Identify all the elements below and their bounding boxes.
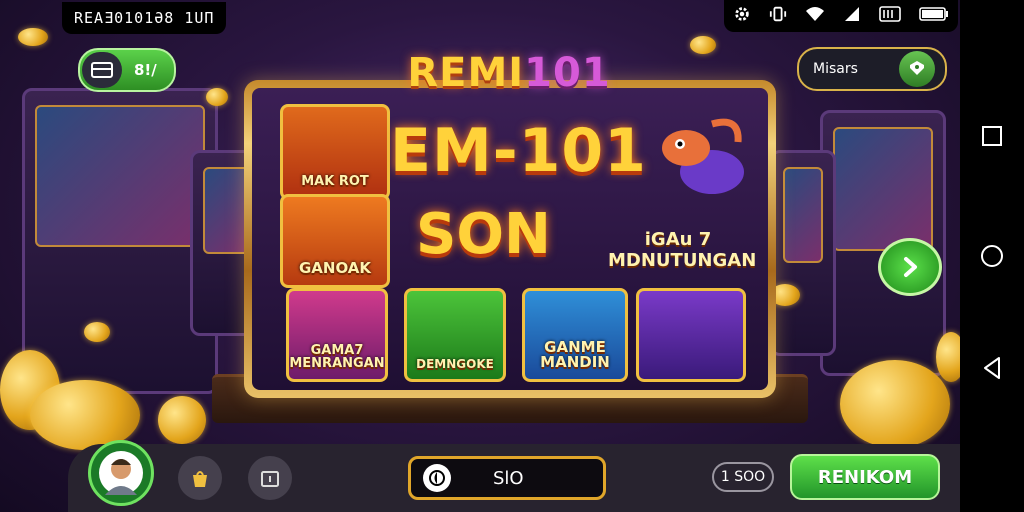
game-tile-gamma[interactable]: GAMA7 MENRANGAN [286, 288, 388, 382]
shop-icon [899, 51, 935, 87]
bag-icon [193, 471, 207, 487]
banner-frame: MAK ROT GANOAK GAMA7 MENRANGAN DEMNGOKE … [244, 80, 776, 398]
tile-label: GANME MANDIN [540, 337, 610, 372]
game-tile-mak-rot[interactable]: MAK ROT [280, 104, 390, 200]
tile-label: GANOAK [298, 259, 372, 278]
game-tile-demngoke[interactable]: DEMNGOKE [404, 288, 506, 382]
back-button[interactable] [976, 352, 1008, 384]
logo-number: 101 [524, 50, 611, 96]
arcade-screen [35, 105, 205, 247]
friends-button[interactable] [178, 456, 222, 500]
signal-icon [843, 5, 861, 27]
tile-label: GAMA7 MENRANGAN [289, 342, 385, 372]
chip-icon [423, 464, 451, 492]
game-lobby: REAƎ0101Ə8 1UП 8!/ Misars MAK ROT GANOAK… [0, 0, 960, 512]
coin-decoration [84, 322, 110, 342]
banner-headline: EM-101 [390, 116, 647, 186]
coin-stack [158, 396, 206, 444]
coin-decoration [690, 36, 716, 54]
shop-pill-button[interactable]: Misars [797, 47, 947, 91]
battery-icon [919, 6, 949, 26]
coin-decoration [206, 88, 228, 106]
recents-button[interactable] [976, 120, 1008, 152]
wallet-icon [82, 52, 122, 88]
user-portrait-icon [99, 451, 143, 495]
app-logo: REMI 101 [406, 44, 612, 102]
sim-icon [879, 6, 901, 26]
arcade-screen [833, 127, 933, 251]
system-nav-bar [960, 0, 1024, 512]
home-button[interactable] [976, 240, 1008, 272]
box-icon [261, 471, 279, 487]
avatar[interactable] [88, 440, 154, 506]
status-bar-right [724, 0, 958, 32]
search-field-label: SlO [493, 467, 524, 489]
logo-text: REMI [407, 50, 525, 96]
shop-pill-label: Misars [813, 61, 858, 77]
arcade-screen [783, 167, 823, 263]
next-button[interactable] [878, 238, 942, 296]
banner-subline: SON [416, 202, 551, 267]
tile-label: MAK ROT [301, 174, 369, 190]
mascot-creature-icon [662, 118, 744, 194]
count-badge: 1 SOO [712, 462, 774, 492]
coin-stack [936, 332, 960, 382]
chevron-right-icon [904, 257, 917, 277]
vibrate-icon [769, 5, 787, 27]
arcade-cabinet-right-2 [770, 150, 836, 356]
banner-side-text: iGAu 7 MDNUTUNGAN [608, 229, 757, 271]
game-tile-ganoak[interactable]: GANOAK [280, 194, 390, 288]
game-tile-character[interactable] [636, 288, 746, 382]
game-tile-ganme-mandin[interactable]: GANME MANDIN [522, 288, 628, 382]
wallet-label: 8!/ [134, 61, 157, 79]
square-icon [982, 126, 1002, 146]
banner-panel: MAK ROT GANOAK GAMA7 MENRANGAN DEMNGOKE … [252, 88, 768, 390]
tile-label: DEMNGOKE [416, 357, 494, 372]
settings-icon [733, 5, 751, 27]
wifi-icon [805, 5, 825, 27]
primary-cta-button[interactable]: RENIKOM [790, 454, 940, 500]
search-field[interactable]: SlO [408, 456, 606, 500]
coin-decoration [18, 28, 48, 46]
inventory-button[interactable] [248, 456, 292, 500]
status-bar-left: REAƎ0101Ə8 1UП [62, 2, 227, 34]
coin-stack [840, 360, 950, 448]
arcade-cabinet-left [22, 88, 218, 394]
circle-icon [981, 245, 1003, 267]
wallet-button[interactable]: 8!/ [78, 48, 176, 92]
back-triangle-icon [984, 357, 1000, 379]
